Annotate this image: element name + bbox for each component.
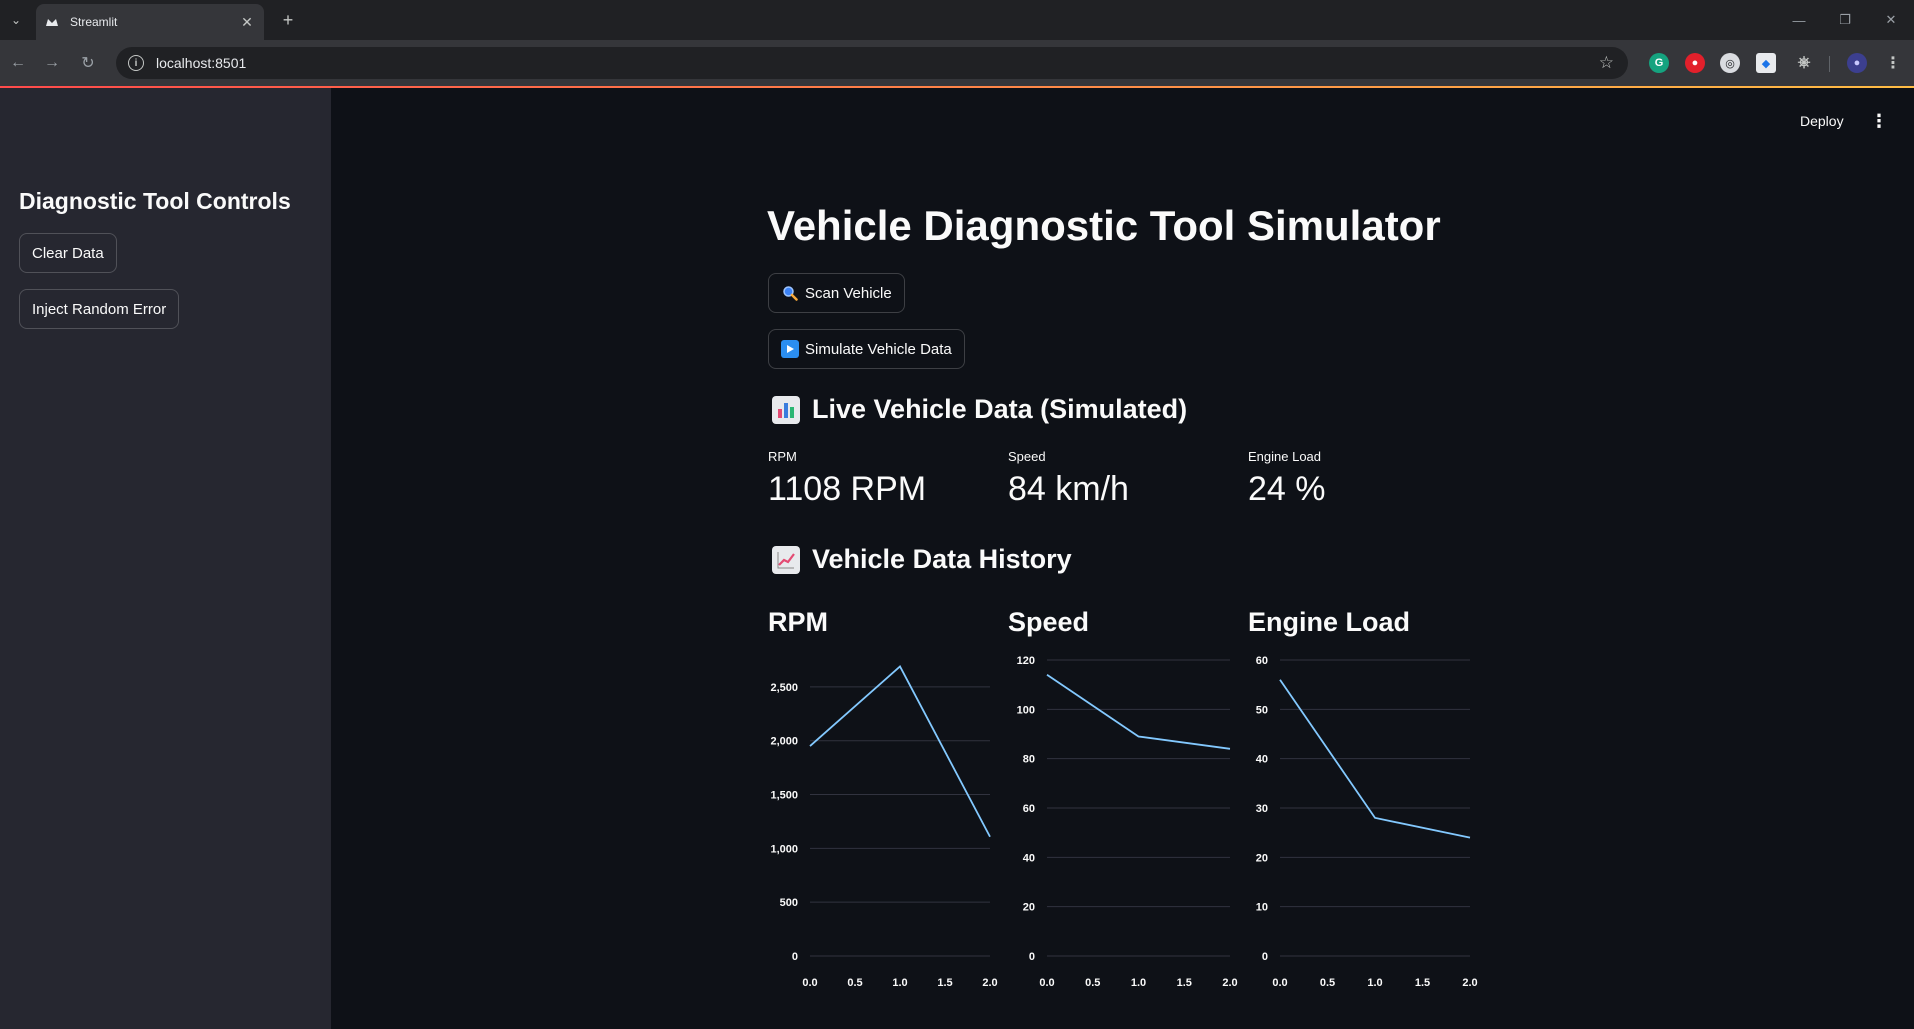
main-menu-icon[interactable]: ⋮ <box>1870 111 1888 131</box>
sidebar-title: Diagnostic Tool Controls <box>19 188 291 214</box>
x-tick-label: 1.5 <box>1177 977 1192 989</box>
y-tick-label: 2,500 <box>770 682 798 694</box>
close-tab-icon[interactable]: ✕ <box>238 14 256 31</box>
x-tick-label: 0.0 <box>1272 977 1287 989</box>
x-tick-label: 0.5 <box>1085 977 1100 989</box>
y-tick-label: 40 <box>1023 852 1035 864</box>
y-tick-label: 2,000 <box>770 736 798 748</box>
cube-extension-icon[interactable]: ◆ <box>1756 53 1776 73</box>
streamlit-logo-icon <box>44 14 60 30</box>
browser-menu-icon[interactable]: ⋮ <box>1883 53 1903 73</box>
y-tick-label: 1,500 <box>770 790 798 802</box>
y-tick-label: 0 <box>792 951 798 963</box>
tab-search-chevron-icon[interactable]: ⌄ <box>4 8 28 32</box>
engine-load-line-chart[interactable]: 0 10 20 30 40 50 60 0.0 0.5 1.0 1.5 2.0 <box>1242 650 1482 995</box>
speed-line-chart[interactable]: 0 20 40 60 80 100 120 0.0 0.5 1.0 1.5 2.0 <box>1002 650 1242 995</box>
rpm-line-chart[interactable]: 0 500 1,000 1,500 2,000 2,500 0.0 0.5 1.0 1.5 2.0 <box>762 650 1002 995</box>
y-tick-label: 40 <box>1256 754 1268 766</box>
restore-icon[interactable]: ❐ <box>1822 0 1868 40</box>
minimize-icon[interactable]: — <box>1776 0 1822 40</box>
x-tick-label: 0.5 <box>847 977 862 989</box>
window-controls: — ❐ ✕ <box>1776 0 1914 40</box>
inject-random-error-button[interactable]: Inject Random Error <box>19 289 180 329</box>
x-tick-label: 1.5 <box>1415 977 1430 989</box>
toolbar-divider <box>1829 56 1830 72</box>
address-bar[interactable]: i localhost:8501 ☆ <box>116 47 1628 79</box>
simulate-vehicle-data-button[interactable]: Simulate Vehicle Data <box>768 329 965 369</box>
chart-title-speed: Speed <box>1008 607 1090 637</box>
metric-value-speed: 84 km/h <box>1008 470 1129 508</box>
metric-value-engine-load: 24 % <box>1248 470 1326 508</box>
x-tick-label: 0.0 <box>1039 977 1054 989</box>
bookmark-star-icon[interactable]: ☆ <box>1599 53 1614 73</box>
clear-data-button[interactable]: Clear Data <box>19 233 117 273</box>
history-header-text: Vehicle Data History <box>812 544 1072 574</box>
bar-chart-icon <box>772 395 800 424</box>
metric-label-engine-load: Engine Load <box>1248 449 1322 464</box>
magnifier-icon <box>781 284 799 302</box>
y-tick-label: 0 <box>1262 951 1268 963</box>
new-tab-icon[interactable]: + <box>276 8 300 32</box>
reload-icon[interactable]: ↻ <box>76 51 100 75</box>
grammarly-extension-icon[interactable]: G <box>1649 53 1669 73</box>
profile-avatar-icon[interactable]: ● <box>1847 53 1867 73</box>
chart-title-engine-load: Engine Load <box>1248 607 1410 637</box>
history-header: Vehicle Data History <box>772 544 1072 575</box>
sidebar <box>0 88 331 1029</box>
deploy-button[interactable]: Deploy <box>1800 113 1844 129</box>
simulate-vehicle-data-label: Simulate Vehicle Data <box>805 340 952 358</box>
x-tick-label: 1.5 <box>937 977 952 989</box>
y-tick-label: 10 <box>1256 902 1268 914</box>
y-tick-label: 60 <box>1023 803 1035 815</box>
y-tick-label: 100 <box>1017 704 1035 716</box>
metric-label-rpm: RPM <box>768 449 797 464</box>
y-tick-label: 30 <box>1256 803 1268 815</box>
y-tick-label: 80 <box>1023 754 1035 766</box>
scan-vehicle-label: Scan Vehicle <box>805 284 892 302</box>
browser-toolbar: ← → ↻ i localhost:8501 ☆ G ● ◎ ◆ ⎈ ● ⋮ <box>0 40 1914 86</box>
x-tick-label: 1.0 <box>892 977 907 989</box>
tab-title: Streamlit <box>70 15 118 29</box>
metric-label-speed: Speed <box>1008 449 1046 464</box>
y-tick-label: 0 <box>1029 951 1035 963</box>
x-tick-label: 1.0 <box>1131 977 1146 989</box>
metric-value-rpm: 1108 RPM <box>768 470 927 508</box>
x-tick-label: 1.0 <box>1367 977 1382 989</box>
y-tick-label: 500 <box>780 897 798 909</box>
forward-arrow-icon[interactable]: → <box>40 51 64 75</box>
x-tick-label: 0.0 <box>802 977 817 989</box>
browser-tab[interactable]: Streamlit ✕ <box>36 4 264 40</box>
x-tick-label: 2.0 <box>982 977 997 989</box>
page-title: Vehicle Diagnostic Tool Simulator <box>767 202 1441 249</box>
y-tick-label: 1,000 <box>770 843 798 855</box>
chart-title-rpm: RPM <box>768 607 828 637</box>
x-tick-label: 2.0 <box>1222 977 1237 989</box>
y-tick-label: 120 <box>1017 655 1035 667</box>
url-text: localhost:8501 <box>156 55 247 71</box>
browser-tab-bar: ⌄ Streamlit ✕ + — ❐ ✕ <box>0 0 1914 40</box>
play-icon <box>781 340 799 358</box>
live-data-header-text: Live Vehicle Data (Simulated) <box>812 394 1188 424</box>
y-tick-label: 20 <box>1023 902 1035 914</box>
red-extension-icon[interactable]: ● <box>1685 53 1705 73</box>
x-tick-label: 2.0 <box>1462 977 1477 989</box>
site-info-icon[interactable]: i <box>128 55 144 71</box>
x-tick-label: 0.5 <box>1320 977 1335 989</box>
globe-extension-icon[interactable]: ◎ <box>1720 53 1740 73</box>
back-arrow-icon[interactable]: ← <box>6 51 30 75</box>
series-line <box>809 665 991 838</box>
y-tick-label: 20 <box>1256 852 1268 864</box>
chart-increasing-icon <box>772 545 800 574</box>
live-data-header: Live Vehicle Data (Simulated) <box>772 394 1187 425</box>
close-window-icon[interactable]: ✕ <box>1868 0 1914 40</box>
series-line <box>1046 674 1231 750</box>
extensions-puzzle-icon[interactable]: ⎈ <box>1794 53 1814 73</box>
scan-vehicle-button[interactable]: Scan Vehicle <box>768 273 905 313</box>
y-tick-label: 60 <box>1256 655 1268 667</box>
y-tick-label: 50 <box>1256 704 1268 716</box>
